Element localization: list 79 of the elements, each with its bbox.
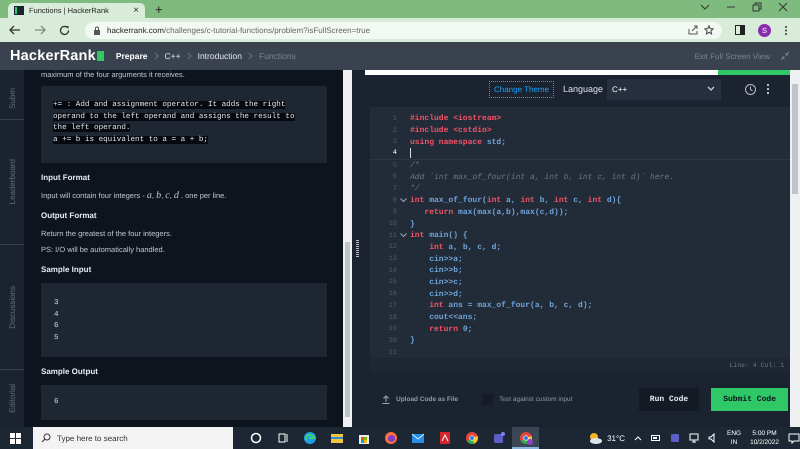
code-line: Add `int max_of_four(int a, int b, int c, int d)` here. [410, 172, 674, 182]
address-bar[interactable]: hackerrank.com/challenges/c-tutorial-functions/problem?isFullScreen=true [85, 22, 722, 38]
chevron-right-icon [154, 52, 158, 60]
code-line: int a, b, c, d; [428, 242, 502, 252]
new-tab-button[interactable]: + [155, 3, 163, 17]
back-arrow-icon[interactable] [9, 25, 21, 35]
section-heading: Sample Output [41, 366, 99, 376]
code-line: return max(max(a,b),max(c,d)); [423, 208, 568, 217]
url-text: hackerrank.com/challenges/c-tutorial-functions/problem?isFullScreen=true [107, 26, 370, 34]
folder-icon [330, 431, 344, 445]
submit-code-button[interactable]: Submit Code [711, 388, 788, 411]
windows-start-icon[interactable] [10, 432, 21, 444]
code-line: #include <iostream> [410, 114, 502, 124]
code-line: cin>>c; [428, 278, 463, 287]
weather-sun-cloud-icon[interactable] [588, 432, 602, 444]
code-line: cout<<ans; [428, 313, 478, 322]
code-line: int max_of_four(int a, int b, int c, int d){ [410, 196, 622, 206]
fold-chevron-icon[interactable] [400, 233, 407, 238]
section-heading: Sample Input [41, 264, 92, 274]
reload-icon[interactable] [59, 24, 70, 36]
code-line: #include <cstdio> [410, 126, 492, 136]
star-icon[interactable] [704, 25, 714, 35]
cortana-circle-icon [248, 431, 262, 445]
menu-icon[interactable] [784, 24, 788, 36]
run-code-button[interactable]: Run Code [638, 388, 700, 411]
chevron-right-icon [186, 52, 192, 60]
temperature[interactable]: 31°C [607, 434, 625, 442]
breadcrumb-link[interactable]: Prepare [116, 51, 148, 61]
chevron-down-icon[interactable] [700, 2, 710, 12]
breadcrumb-link[interactable]: C++ [164, 51, 181, 61]
history-icon[interactable] [744, 82, 758, 96]
battery-icon[interactable] [650, 435, 661, 441]
chevron-right-icon [248, 52, 253, 60]
task-view-icon [276, 431, 290, 445]
splitter-handle[interactable] [352, 70, 363, 427]
section-heading: Input Format [41, 172, 91, 182]
code-line: cin>>b; [428, 266, 463, 276]
scrollbar[interactable] [790, 70, 800, 427]
text-cursor [410, 148, 411, 158]
upload-icon[interactable] [382, 395, 390, 404]
lock-icon [93, 26, 101, 34]
code-line: int ans = max_of_four(a, b, c, d); [428, 301, 592, 310]
mail-envelope-icon [410, 431, 424, 445]
chevron-down-icon [707, 86, 716, 92]
close-tab-button[interactable]: × [133, 5, 139, 16]
code-line: cin>>d; [428, 290, 463, 299]
fold-chevron-icon[interactable] [400, 198, 407, 204]
site-favicon-icon [14, 6, 24, 15]
code-line: int main() { [410, 231, 468, 240]
notification-icon[interactable] [788, 432, 800, 444]
code-line: return 0; [428, 324, 472, 334]
taskbar-button[interactable] [512, 427, 539, 449]
breadcrumb-link[interactable]: Introduction [198, 51, 242, 61]
change-theme-button[interactable]: Change Theme [489, 80, 554, 98]
forward-arrow-icon[interactable] [34, 25, 46, 35]
section-heading: Output Format [41, 210, 98, 220]
share-icon[interactable] [688, 25, 698, 35]
side-panel-icon[interactable] [735, 25, 745, 35]
scrollbar[interactable] [343, 70, 352, 427]
language-value: C++ [612, 84, 628, 94]
language-select[interactable]: C++ [607, 78, 722, 100]
restore-icon[interactable] [752, 2, 762, 12]
code-line: } [410, 220, 415, 229]
code-line: cin>>a; [428, 254, 463, 264]
code-line: } [410, 336, 415, 346]
language-label: Language [563, 84, 604, 94]
logo-square-icon [96, 51, 104, 61]
caret-up-icon[interactable] [634, 435, 642, 441]
collapse-arrows-icon[interactable] [780, 51, 790, 61]
close-icon[interactable] [778, 2, 788, 12]
search-icon [41, 433, 51, 443]
code-line: using namespace std; [410, 138, 506, 147]
code-line: */ [410, 184, 420, 194]
more-options-icon[interactable] [766, 83, 770, 95]
code-line: /* [410, 161, 420, 170]
hackerrank-logo[interactable]: HackerRank [10, 48, 96, 64]
taskbar-search-field[interactable]: Type here to search [33, 427, 233, 449]
scrollbar-thumb[interactable] [792, 84, 798, 194]
scrollbar-thumb[interactable] [345, 242, 350, 417]
